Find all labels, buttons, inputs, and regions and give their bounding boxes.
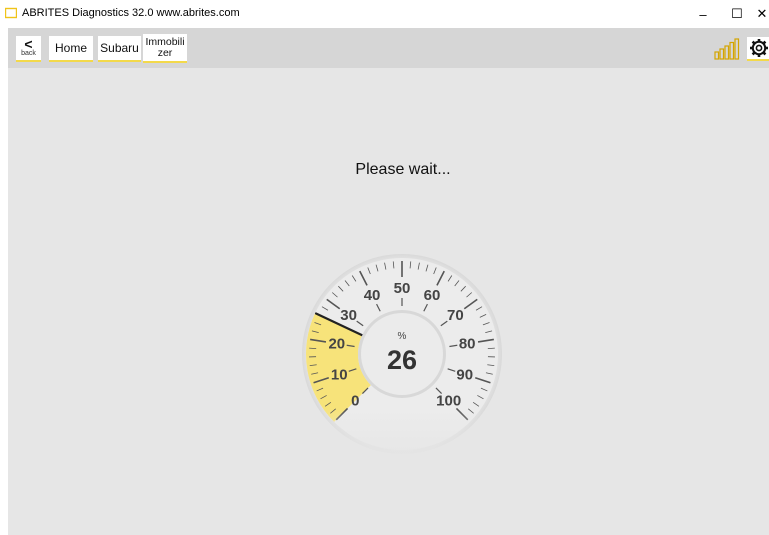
progress-gauge: 010 20 30 40 50 60 70 80 90 100 % 26 — [297, 254, 507, 459]
title-bar: ABRITES Diagnostics 32.0 www.abrites.com… — [0, 0, 769, 28]
gauge-tick-label: 10 — [331, 366, 348, 383]
app-window: ABRITES Diagnostics 32.0 www.abrites.com… — [0, 0, 769, 535]
gauge-tick-label: 60 — [424, 287, 441, 304]
window-title: ABRITES Diagnostics 32.0 www.abrites.com — [22, 7, 240, 19]
breadcrumb-immobilizer[interactable]: Immobilizer — [143, 34, 187, 63]
back-label: back — [21, 50, 36, 57]
signal-bars-icon — [714, 38, 740, 60]
gauge-tick-label: 40 — [364, 287, 381, 304]
gauge-tick-label: 80 — [459, 336, 476, 353]
toolbar: < back Home Subaru Immobilizer — [8, 28, 769, 68]
gauge-tick-label: 30 — [340, 307, 357, 324]
status-message: Please wait... — [355, 161, 451, 178]
gauge-bottom-fade — [297, 409, 507, 459]
settings-button[interactable] — [747, 37, 769, 61]
back-arrow-icon: < — [24, 36, 33, 52]
gear-icon — [750, 39, 768, 57]
abrites-logo-icon — [5, 7, 17, 19]
breadcrumb-home[interactable]: Home — [49, 36, 93, 62]
breadcrumb-subaru[interactable]: Subaru — [98, 36, 141, 62]
gauge-tick-label: 0 — [351, 393, 359, 410]
gauge-tick-label: 20 — [328, 336, 345, 353]
gauge-unit: % — [398, 331, 407, 342]
gauge-tick-label: 100 — [436, 393, 461, 410]
back-button[interactable]: < back — [16, 36, 41, 62]
minimize-button[interactable]: – — [686, 0, 720, 28]
gauge-tick-label: 70 — [447, 307, 464, 324]
maximize-button[interactable]: ☐ — [720, 0, 754, 28]
close-button[interactable]: ✕ — [752, 0, 769, 28]
gauge-tick-label: 50 — [394, 280, 411, 297]
main-content: Please wait... 0 10 20 30 40 50 60 70 80 90 100 % — [8, 68, 769, 535]
gauge-value: 26 — [387, 345, 417, 375]
gauge-tick-label: 90 — [456, 366, 473, 383]
